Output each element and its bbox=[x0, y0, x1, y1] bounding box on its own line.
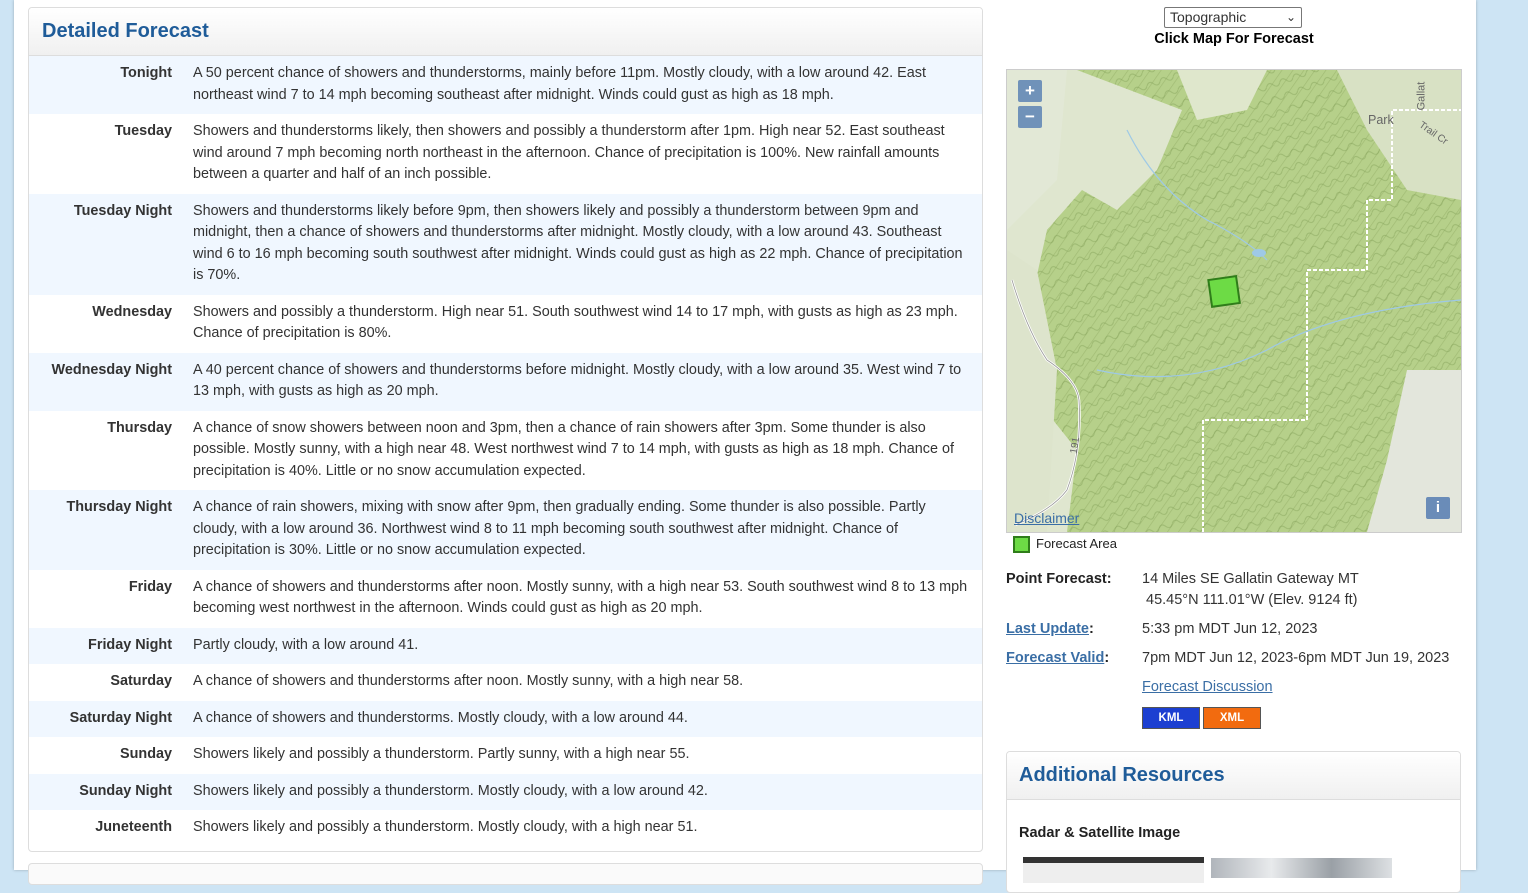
radar-image-thumbnail[interactable] bbox=[1023, 857, 1204, 883]
forecast-row: Tuesday Showers and thunderstorms likely,… bbox=[29, 114, 982, 194]
panel-title: Detailed Forecast bbox=[42, 20, 209, 42]
point-forecast-coords: 45.45°N 111.01°W (Elev. 9124 ft) bbox=[1146, 592, 1358, 608]
forecast-period-text: A chance of rain showers, mixing with sn… bbox=[193, 499, 926, 558]
forecast-period-label: Tuesday bbox=[114, 123, 172, 139]
forecast-map[interactable]: Park Gallat Trail Cr 191 + − i Disclaime… bbox=[1006, 69, 1462, 533]
forecast-valid-colon: : bbox=[1104, 650, 1110, 666]
forecast-period-label: Tonight bbox=[120, 65, 172, 81]
forecast-period-text: Partly cloudy, with a low around 41. bbox=[193, 636, 419, 653]
last-update-link[interactable]: Last Update bbox=[1006, 621, 1089, 637]
legend-label: Forecast Area bbox=[1036, 536, 1117, 551]
forecast-row: Wednesday Night A 40 percent chance of sh… bbox=[29, 352, 982, 411]
forecast-row: Friday Night Partly cloudy, with a low ar… bbox=[29, 627, 982, 664]
forecast-period-text: Showers likely and possibly a thundersto… bbox=[193, 782, 708, 799]
forecast-period-label: Sunday bbox=[120, 746, 172, 762]
forecast-period-label: Friday bbox=[128, 578, 172, 595]
panel-title: Additional Resources bbox=[1019, 764, 1225, 786]
forecast-row: Friday A chance of showers and thundersto… bbox=[29, 570, 982, 628]
topographic-map-image bbox=[1007, 70, 1461, 532]
map-label-park: Park bbox=[1368, 113, 1394, 127]
last-update-colon: : bbox=[1089, 621, 1094, 637]
forecast-period-text: A 50 percent chance of showers and thund… bbox=[193, 65, 926, 103]
forecast-period-text: A chance of snow showers between noon an… bbox=[193, 419, 954, 479]
xml-button[interactable]: XML bbox=[1203, 707, 1261, 729]
page-container: Detailed Forecast Tonight A 50 percent ch… bbox=[14, 0, 1476, 893]
forecast-period-text: Showers and thunderstorms likely before … bbox=[193, 202, 963, 284]
forecast-valid-key: Forecast Valid: bbox=[1006, 650, 1109, 666]
forecast-row: Wednesday Showers and possibly a thunders… bbox=[29, 295, 982, 353]
forecast-period-text: Showers and thunderstorms likely, then s… bbox=[193, 123, 945, 182]
point-forecast-location: 14 Miles SE Gallatin Gateway MT bbox=[1142, 571, 1359, 587]
forecast-row: Thursday A chance of snow showers between… bbox=[29, 411, 982, 491]
forecast-period-text: A chance of showers and thunderstorms af… bbox=[193, 673, 744, 689]
forecast-discussion-link[interactable]: Forecast Discussion bbox=[1142, 679, 1273, 695]
additional-resources-panel: Additional Resources Radar & Satellite I… bbox=[1006, 751, 1461, 893]
next-panel-edge bbox=[28, 863, 983, 885]
forecast-period-label: Juneteenth bbox=[95, 819, 172, 835]
forecast-row: Thursday Night A chance of rain showers, … bbox=[29, 490, 982, 570]
forecast-period-label: Thursday Night bbox=[66, 499, 172, 515]
map-label-gallatin: Gallat bbox=[1415, 81, 1428, 111]
forecast-valid-link[interactable]: Forecast Valid bbox=[1006, 650, 1104, 666]
last-update-value: 5:33 pm MDT Jun 12, 2023 bbox=[1142, 621, 1318, 637]
map-info-button[interactable]: i bbox=[1426, 497, 1450, 519]
forecast-period-text: A 40 percent chance of showers and thund… bbox=[193, 361, 962, 400]
forecast-period-text: Showers likely and possibly a thundersto… bbox=[193, 819, 698, 835]
forecast-period-label: Saturday Night bbox=[69, 709, 172, 726]
panel-header: Additional Resources bbox=[1007, 752, 1460, 800]
disclaimer-link[interactable]: Disclaimer bbox=[1014, 510, 1079, 526]
forecast-period-text: A chance of showers and thunderstorms af… bbox=[193, 578, 968, 617]
radar-satellite-label: Radar & Satellite Image bbox=[1019, 825, 1181, 841]
forecast-period-label: Friday Night bbox=[88, 636, 172, 653]
zoom-out-button[interactable]: − bbox=[1018, 106, 1042, 128]
forecast-row: Tonight A 50 percent chance of showers an… bbox=[29, 56, 982, 114]
forecast-row: Sunday Night Showers likely and possibly … bbox=[29, 773, 982, 810]
forecast-period-label: Wednesday bbox=[92, 303, 172, 320]
forecast-valid-value: 7pm MDT Jun 12, 2023-6pm MDT Jun 19, 202… bbox=[1142, 650, 1450, 666]
map-legend: Forecast Area bbox=[1013, 536, 1117, 554]
point-forecast-key: Point Forecast: bbox=[1006, 571, 1112, 587]
forecast-row: Saturday Night A chance of showers and th… bbox=[29, 700, 982, 737]
chevron-down-icon: ⌄ bbox=[1285, 10, 1296, 24]
map-type-select[interactable]: Topographic ⌄ bbox=[1164, 7, 1302, 28]
map-type-value: Topographic bbox=[1170, 9, 1247, 25]
forecast-period-text: Showers and possibly a thunderstorm. Hig… bbox=[193, 303, 958, 342]
forecast-discussion-row: Forecast Discussion bbox=[1142, 679, 1273, 695]
satellite-image-thumbnail[interactable] bbox=[1211, 858, 1392, 878]
forecast-period-label: Tuesday Night bbox=[73, 202, 172, 219]
forecast-row: Sunday Showers likely and possibly a thun… bbox=[29, 737, 982, 774]
forecast-row: Tuesday Night Showers and thunderstorms l… bbox=[29, 193, 982, 295]
forecast-table: Tonight A 50 percent chance of showers an… bbox=[29, 56, 982, 847]
forecast-row: Juneteenth Showers likely and possibly a … bbox=[29, 810, 982, 847]
forecast-period-text: Showers likely and possibly a thundersto… bbox=[193, 746, 690, 762]
detailed-forecast-panel: Detailed Forecast Tonight A 50 percent ch… bbox=[28, 7, 983, 852]
panel-header: Detailed Forecast bbox=[29, 8, 982, 56]
forecast-period-label: Wednesday Night bbox=[51, 361, 172, 378]
kml-button[interactable]: KML bbox=[1142, 707, 1200, 729]
zoom-in-button[interactable]: + bbox=[1018, 80, 1042, 102]
last-update-key: Last Update: bbox=[1006, 621, 1094, 637]
click-map-label: Click Map For Forecast bbox=[1154, 31, 1314, 47]
forecast-period-label: Saturday bbox=[110, 673, 172, 689]
forecast-period-label: Sunday Night bbox=[79, 782, 172, 799]
forecast-row: Saturday A chance of showers and thunders… bbox=[29, 664, 982, 701]
forecast-period-text: A chance of showers and thunderstorms. M… bbox=[193, 709, 688, 726]
forecast-period-label: Thursday bbox=[107, 419, 172, 436]
forecast-area-swatch bbox=[1013, 536, 1030, 554]
